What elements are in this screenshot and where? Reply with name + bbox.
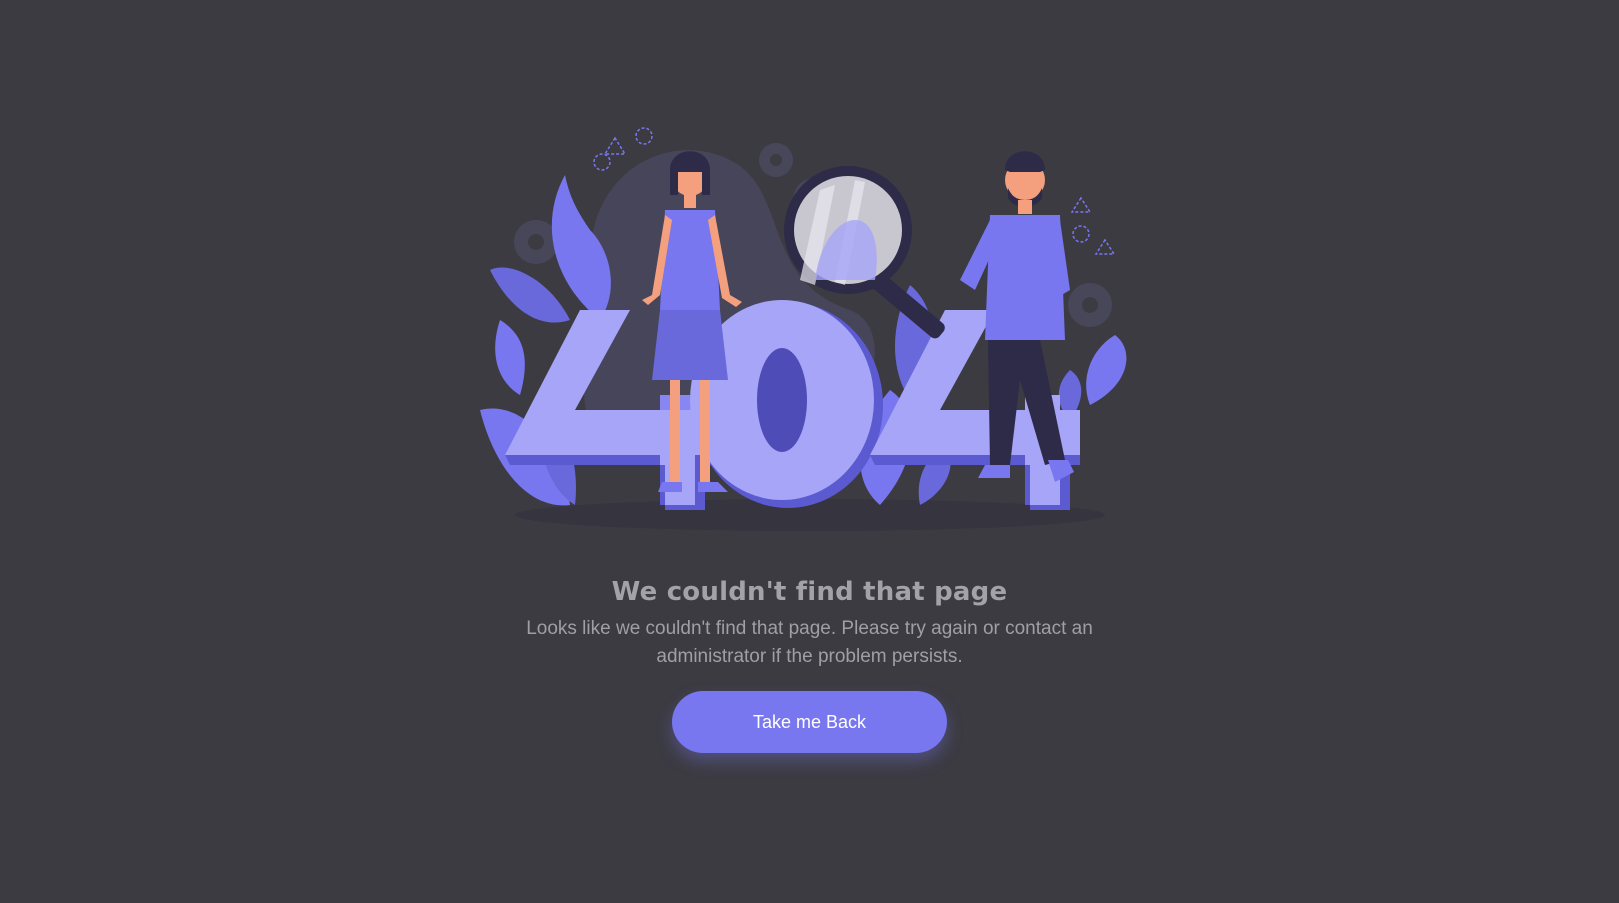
leaf-shape — [490, 267, 570, 323]
leaf-shape — [551, 175, 611, 320]
triangle-icon — [1094, 238, 1116, 255]
not-found-page: We couldn't find that page Looks like we… — [0, 0, 1619, 903]
gear-icon — [1068, 283, 1112, 327]
leaf-shape — [1086, 335, 1127, 405]
triangle-icon — [603, 136, 627, 155]
take-me-back-button[interactable]: Take me Back — [672, 691, 947, 753]
page-title: We couldn't find that page — [611, 577, 1008, 607]
circle-icon — [635, 127, 653, 145]
gear-icon — [759, 143, 793, 177]
circle-icon — [1072, 225, 1090, 243]
error-message: Looks like we couldn't find that page. P… — [526, 618, 1093, 667]
triangle-icon — [1070, 196, 1092, 213]
leaf-shape — [495, 320, 525, 395]
circle-icon — [593, 153, 611, 171]
gear-icon — [514, 220, 558, 264]
404-illustration — [480, 127, 1127, 531]
